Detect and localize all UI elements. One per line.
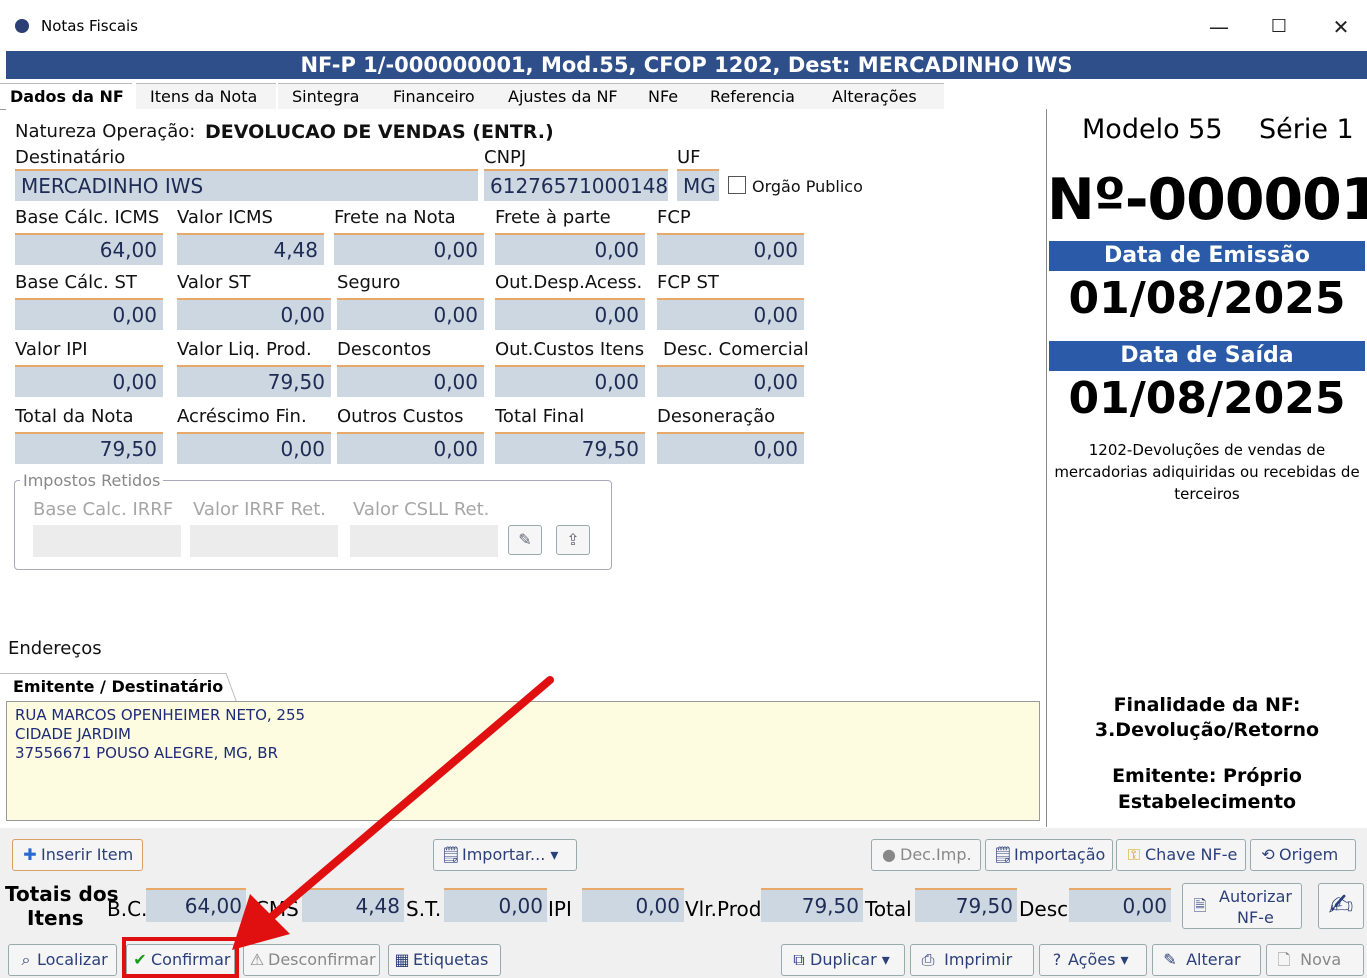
annotation-arrow-icon [232,676,554,950]
